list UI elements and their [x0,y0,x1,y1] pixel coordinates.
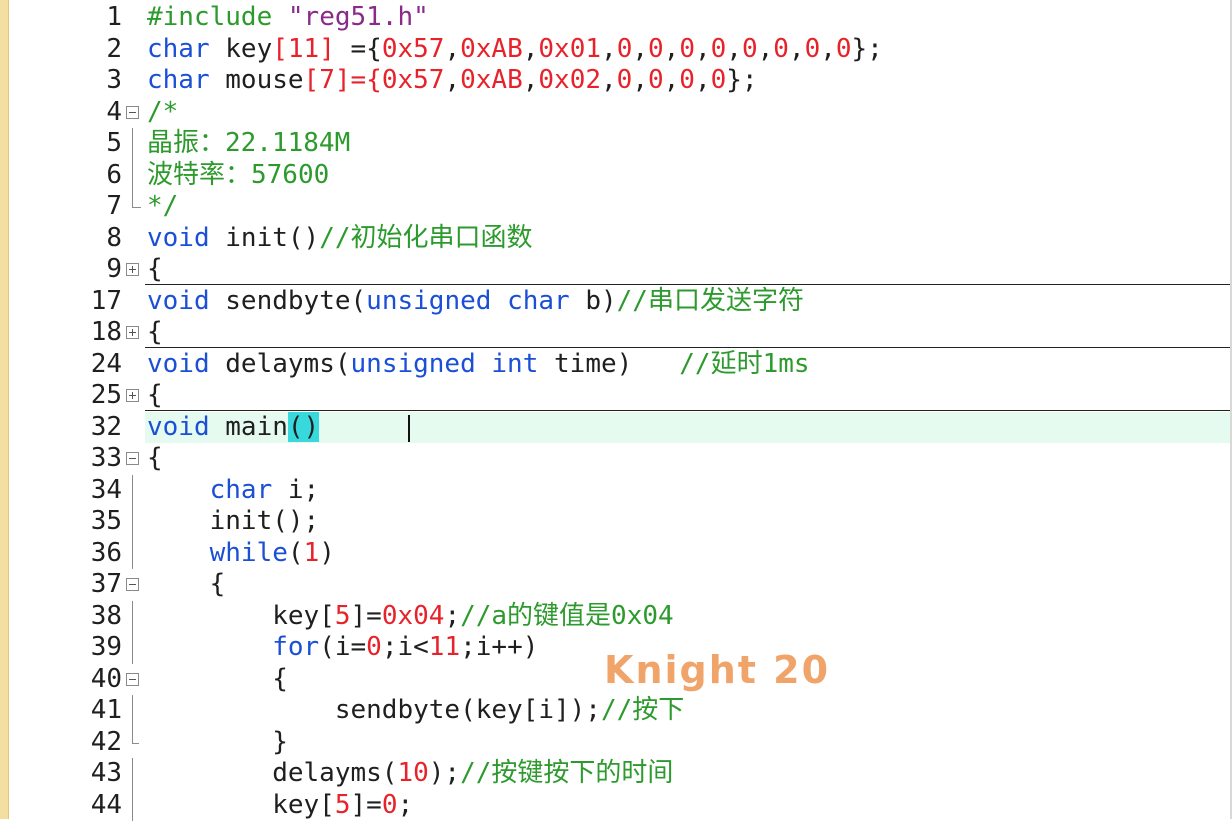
line-number: 25 [91,380,122,412]
brace-match-highlight: () [288,412,319,442]
code-line[interactable]: 35 init(); [0,506,1232,538]
code-text: { [147,443,163,475]
code-text: 晶振：22.1184M [147,128,350,160]
code-text: { [147,569,225,601]
code-line[interactable]: 38 key[5]=0x04;//a的键值是0x04 [0,601,1232,633]
line-number: 42 [91,727,122,759]
code-line[interactable]: 43 delayms(10);//按键按下的时间 [0,758,1232,790]
code-text: char mouse[7]={0x57,0xAB,0x02,0,0,0,0}; [147,65,758,97]
line-number: 41 [91,695,122,727]
code-line[interactable]: 7 */ [0,191,1232,223]
line-number: 9 [106,254,122,286]
fold-guide [132,475,133,507]
code-line[interactable]: 42 } [0,727,1232,759]
line-number: 43 [91,758,122,790]
code-text: 波特率：57600 [147,160,329,192]
code-line[interactable]: 41 sendbyte(key[i]);//按下 [0,695,1232,727]
code-editor[interactable]: 1 #include "reg51.h" 2 char key[11] ={0x… [0,0,1232,819]
line-number: 37 [91,569,122,601]
text-caret [408,415,410,442]
fold-end-guide [132,727,139,744]
code-line[interactable]: 25 { [0,380,1232,412]
code-text: void init()//初始化串口函数 [147,223,533,255]
fold-guide [132,538,133,570]
code-line[interactable]: 6 波特率：57600 [0,160,1232,192]
fold-guide [132,695,133,727]
fold-collapse-icon[interactable] [126,673,139,686]
code-text: { [147,317,163,349]
fold-collapse-icon[interactable] [126,452,139,465]
line-number: 35 [91,506,122,538]
fold-guide [132,601,133,633]
code-text: char key[11] ={0x57,0xAB,0x01,0,0,0,0,0,… [147,34,883,66]
line-number: 6 [106,160,122,192]
code-text: { [147,380,163,412]
line-number: 4 [106,97,122,129]
line-number: 32 [91,412,122,444]
line-number: 17 [91,286,122,318]
line-number: 2 [106,34,122,66]
code-text: key[5]=0; [147,790,413,821]
fold-guide [132,128,133,160]
line-number: 33 [91,443,122,475]
code-text: void delayms(unsigned int time) //延时1ms [147,349,810,381]
line-number: 38 [91,601,122,633]
line-number: 36 [91,538,122,570]
watermark-text: Knight 20 [604,648,830,692]
code-line[interactable]: 8 void init()//初始化串口函数 [0,223,1232,255]
code-line[interactable]: 44 key[5]=0; [0,790,1232,821]
code-line[interactable]: 9 { [0,254,1232,286]
fold-collapse-icon[interactable] [126,106,139,119]
code-line[interactable]: 36 while(1) [0,538,1232,570]
code-line[interactable]: 33 { [0,443,1232,475]
code-line[interactable]: 34 char i; [0,475,1232,507]
code-line[interactable]: 1 #include "reg51.h" [0,2,1232,34]
line-number: 1 [106,2,122,34]
fold-expand-icon[interactable] [126,263,139,276]
line-number: 5 [106,128,122,160]
code-line[interactable]: 5 晶振：22.1184M [0,128,1232,160]
code-text: /* [147,97,178,129]
fold-guide [132,758,133,790]
code-line[interactable]: 2 char key[11] ={0x57,0xAB,0x01,0,0,0,0,… [0,34,1232,66]
fold-expand-icon[interactable] [126,389,139,402]
code-text: { [147,254,163,286]
code-line[interactable]: 4 /* [0,97,1232,129]
code-text: */ [147,191,178,223]
code-text: void sendbyte(unsigned char b)//串口发送字符 [147,286,804,318]
code-text: delayms(10);//按键按下的时间 [147,758,673,790]
line-number: 40 [91,664,122,696]
code-text: } [147,727,288,759]
code-text: while(1) [147,538,335,570]
fold-collapse-icon[interactable] [126,578,139,591]
code-text: void main() [147,412,319,444]
line-number: 18 [91,317,122,349]
code-text: char i; [147,475,319,507]
fold-end-guide [132,191,141,208]
fold-guide [132,160,133,192]
line-number: 8 [106,223,122,255]
line-number: 24 [91,349,122,381]
code-text: key[5]=0x04;//a的键值是0x04 [147,601,674,633]
code-line[interactable]: 37 { [0,569,1232,601]
fold-guide [132,632,133,664]
code-line[interactable]: 18 { [0,317,1232,349]
fold-guide [132,506,133,538]
code-text: init(); [147,506,319,538]
fold-guide [132,790,133,821]
code-text: { [147,664,288,696]
line-number: 39 [91,632,122,664]
code-line[interactable]: 24 void delayms(unsigned int time) //延时1… [0,349,1232,381]
line-number: 44 [91,790,122,821]
line-number: 34 [91,475,122,507]
code-line[interactable]: 17 void sendbyte(unsigned char b)//串口发送字… [0,286,1232,318]
current-code-line[interactable]: 32 void main() [0,412,1232,444]
line-number: 7 [106,191,122,223]
code-text: #include "reg51.h" [147,2,429,34]
line-number: 3 [106,65,122,97]
code-text: sendbyte(key[i]);//按下 [147,695,684,727]
fold-expand-icon[interactable] [126,326,139,339]
code-line[interactable]: 3 char mouse[7]={0x57,0xAB,0x02,0,0,0,0}… [0,65,1232,97]
code-text: for(i=0;i<11;i++) [147,632,538,664]
